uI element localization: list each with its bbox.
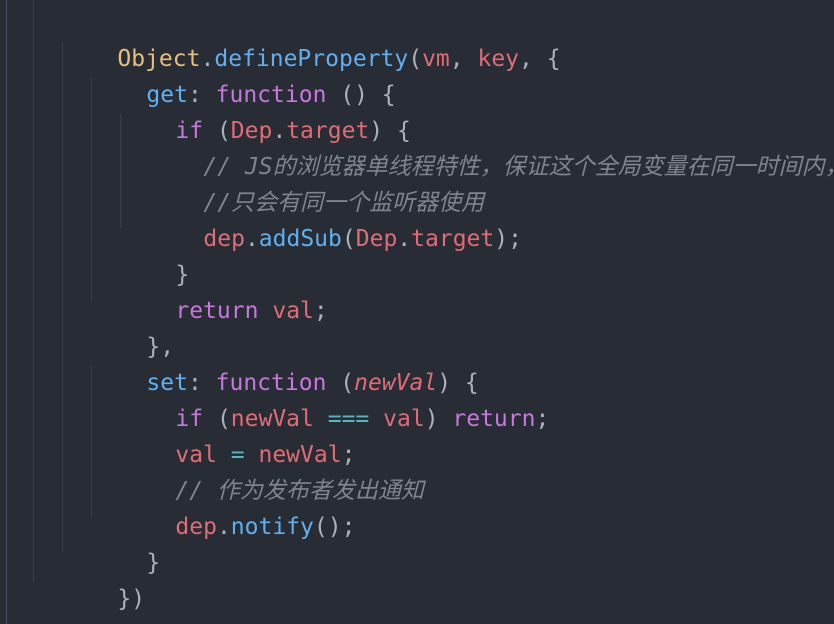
code-line-5: //只会有同一个监听器使用 [148, 149, 484, 216]
indent-guide [62, 42, 63, 552]
token-vm: vm [422, 46, 450, 72]
token-dot: . [397, 226, 412, 252]
token-comma: , [449, 46, 478, 72]
token-rest: , { [519, 46, 561, 72]
token-brace-paren: }) [117, 586, 146, 612]
indent-guide [33, 0, 34, 582]
code-line-17: } [33, 581, 102, 624]
token-dot: . [244, 226, 259, 252]
token-dep-class: Dep [355, 226, 398, 252]
token-brace: } [146, 550, 161, 576]
token-rest: ); [494, 226, 522, 252]
code-line-16: }) [62, 545, 145, 612]
code-line-7: } [120, 221, 189, 288]
token-semicolon: ; [313, 298, 328, 324]
token-paren-close: ) [424, 406, 453, 432]
code-line-4: // JS的浏览器单线程特性，保证这个全局变量在同一时间内， [148, 113, 834, 180]
code-line-1: Object.defineProperty(vm, key, { [62, 5, 560, 72]
code-editor[interactable]: Object.defineProperty(vm, key, { get: fu… [0, 0, 834, 624]
token-val: val [383, 406, 425, 432]
token-dot: . [216, 514, 231, 540]
token-val: val [272, 298, 314, 324]
token-add-sub: addSub [258, 226, 342, 252]
token-key: key [477, 46, 520, 72]
token-paren: ( [408, 46, 423, 72]
token-notify: notify [230, 514, 314, 540]
code-line-13: // 作为发布者发出通知 [120, 437, 424, 504]
code-line-11: if (newVal === val) return; [120, 365, 549, 432]
token-dep: dep [175, 514, 217, 540]
token-return: return [175, 298, 259, 324]
token-return: return [452, 406, 536, 432]
code-line-15: } [91, 509, 160, 576]
code-line-14: dep.notify(); [120, 473, 355, 540]
code-line-2: get: function () { [91, 41, 395, 108]
token-call-end: (); [313, 514, 356, 540]
code-line-6: dep.addSub(Dep.target); [148, 185, 522, 252]
token-semicolon: ; [535, 406, 550, 432]
code-line-12: val = newVal; [120, 401, 355, 468]
clipped-previous-line [0, 0, 834, 4]
token-dep: dep [203, 226, 245, 252]
code-line-10: set: function (newVal) { [91, 329, 478, 396]
code-line-8: return val; [120, 257, 327, 324]
token-target: target [411, 226, 495, 252]
code-line-9: }, [91, 293, 174, 360]
code-line-3: if (Dep.target) { [120, 77, 410, 144]
editor-left-border [6, 0, 7, 624]
token-paren: ( [341, 226, 356, 252]
